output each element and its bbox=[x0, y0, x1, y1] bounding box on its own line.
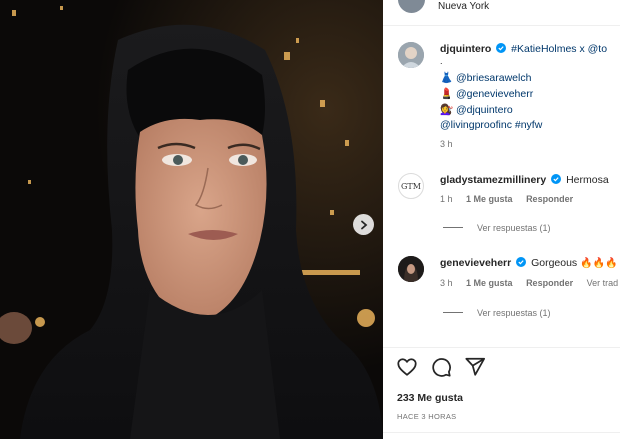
caption-hashtag[interactable]: #KatieHolmes x @to bbox=[511, 43, 607, 55]
post-media[interactable] bbox=[0, 0, 383, 439]
comment-2-meta: 3 h 1 Me gusta Responder Ver trad bbox=[440, 278, 618, 288]
comment-1-view-replies[interactable]: Ver respuestas (1) bbox=[443, 223, 551, 233]
comment-2-view-replies[interactable]: Ver respuestas (1) bbox=[443, 308, 551, 318]
comment-1-likes[interactable]: 1 Me gusta bbox=[466, 194, 513, 204]
post-location[interactable]: Nueva York bbox=[438, 1, 489, 12]
mention-genevieveherr[interactable]: @genevieveherr bbox=[456, 88, 533, 100]
post-actions: 233 Me gusta HACE 3 HORAS bbox=[383, 347, 620, 439]
gtm-logo: GTM bbox=[401, 182, 421, 191]
view-replies-label: Ver respuestas (1) bbox=[477, 308, 551, 318]
dress-emoji: 👗 bbox=[440, 72, 454, 84]
caption-line-2: 💄 @genevieveherr bbox=[440, 87, 533, 100]
post-header: Nueva York bbox=[383, 0, 620, 26]
comment-1-time: 1 h bbox=[440, 194, 453, 204]
comment-2-text: Gorgeous bbox=[531, 257, 578, 269]
comment-avatar[interactable]: GTM bbox=[398, 173, 424, 199]
likes-count[interactable]: 233 Me gusta bbox=[397, 392, 463, 404]
caption-line-4[interactable]: @livingproofinc #nyfw bbox=[440, 119, 542, 131]
comment-2-translate[interactable]: Ver trad bbox=[587, 278, 619, 288]
comment-1-text: Hermosa bbox=[566, 174, 609, 186]
comment-1-meta: 1 h 1 Me gusta Responder bbox=[440, 194, 584, 204]
mention-djquintero[interactable]: @djquintero bbox=[456, 104, 513, 116]
verified-icon bbox=[516, 257, 527, 267]
verified-icon bbox=[496, 43, 507, 53]
comment-2-body: genevieveherr Gorgeous 🔥🔥🔥 bbox=[440, 257, 617, 269]
post-sidebar: Nueva York djquintero #KatieHolmes x @to… bbox=[383, 0, 620, 439]
comment-2-reply-button[interactable]: Responder bbox=[526, 278, 573, 288]
comment-2-likes[interactable]: 1 Me gusta bbox=[466, 278, 513, 288]
next-image-button[interactable] bbox=[353, 214, 374, 235]
divider-dash bbox=[443, 227, 463, 228]
chevron-right-icon bbox=[360, 220, 367, 229]
share-icon[interactable] bbox=[464, 356, 486, 378]
avatar-image bbox=[398, 42, 424, 68]
post-time-ago: HACE 3 HORAS bbox=[397, 412, 457, 421]
divider-dash bbox=[443, 312, 463, 313]
comment-icon[interactable] bbox=[430, 356, 452, 378]
avatar-image bbox=[398, 256, 424, 282]
lipstick-emoji: 💄 bbox=[440, 88, 454, 100]
post-photo bbox=[0, 0, 383, 439]
comment-avatar[interactable] bbox=[398, 256, 424, 282]
author-avatar[interactable] bbox=[398, 0, 425, 13]
caption-first-line: djquintero #KatieHolmes x @to bbox=[440, 43, 607, 55]
fire-icon: 🔥🔥🔥 bbox=[580, 258, 618, 269]
svg-text:GTM: GTM bbox=[401, 182, 421, 191]
haircut-emoji: 💇‍♀️ bbox=[440, 104, 454, 116]
caption-username[interactable]: djquintero bbox=[440, 43, 491, 55]
caption-time: 3 h bbox=[440, 139, 453, 149]
caption-avatar[interactable] bbox=[398, 42, 424, 68]
comment-2-username[interactable]: genevieveherr bbox=[440, 257, 511, 269]
mention-briesarawelch[interactable]: @briesarawelch bbox=[456, 72, 531, 84]
caption-line-1: 👗 @briesarawelch bbox=[440, 71, 531, 84]
caption-line-3: 💇‍♀️ @djquintero bbox=[440, 103, 513, 116]
caption-dot: . bbox=[440, 56, 443, 66]
verified-icon bbox=[551, 174, 562, 184]
comment-box-divider bbox=[383, 432, 620, 439]
comment-1-body: gladystamezmillinery Hermosa bbox=[440, 174, 609, 186]
comment-1-username[interactable]: gladystamezmillinery bbox=[440, 174, 546, 186]
view-replies-label: Ver respuestas (1) bbox=[477, 223, 551, 233]
comment-2-time: 3 h bbox=[440, 278, 453, 288]
heart-icon[interactable] bbox=[396, 356, 418, 378]
comment-1-reply-button[interactable]: Responder bbox=[526, 194, 573, 204]
